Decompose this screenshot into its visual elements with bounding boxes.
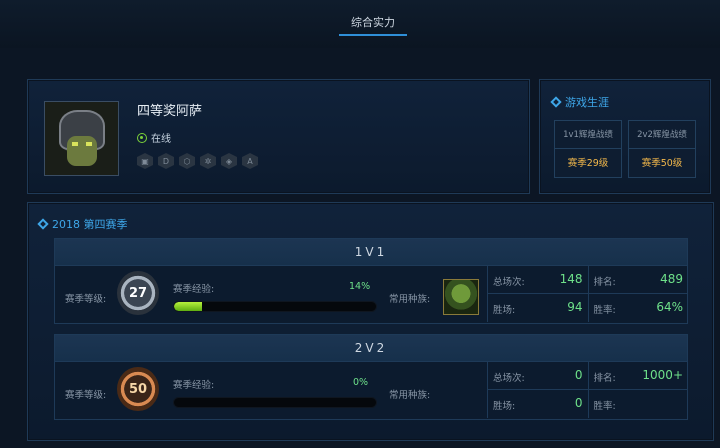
stats-grid-2v2: 总场次: 0 排名: 1000+ 胜场: 0 胜率: [487, 362, 688, 418]
shield-badge-icon[interactable]: ◈ [221, 153, 237, 169]
hex-badge-icon[interactable]: ⬡ [179, 153, 195, 169]
stat-wins-value: 0 [574, 396, 583, 410]
gear-badge-icon[interactable]: ✲ [200, 153, 216, 169]
stat-rank-label: 排名: [593, 373, 616, 384]
stat-wins-label: 胜场: [493, 305, 516, 316]
career-panel: 游戏生涯 1v1辉煌战绩 赛季29级 2v2辉煌战绩 赛季50级 [539, 79, 711, 194]
season-title: 2018 第四赛季 [37, 216, 128, 232]
rank-level: 50 [128, 381, 148, 397]
career-item-1v1[interactable]: 1v1辉煌战绩 赛季29级 [554, 120, 622, 178]
d-badge-icon[interactable]: D [158, 153, 174, 169]
rank-emblem-bronze: 50 [117, 367, 159, 411]
season-exp-percent: 0% [353, 377, 369, 388]
race-label: 常用种族: [389, 294, 431, 305]
stat-total: 总场次: 148 [488, 266, 589, 293]
online-status: 在线 [137, 130, 171, 145]
stat-total: 总场次: 0 [488, 362, 589, 389]
stat-rank: 排名: 1000+ [589, 362, 689, 389]
eye-left [72, 142, 78, 146]
badge-row: ▣ D ⬡ ✲ ◈ A [137, 153, 258, 169]
season-title-label: 2018 第四赛季 [52, 218, 128, 231]
career-item-label: 1v1辉煌战绩 [555, 121, 621, 149]
rank-level: 27 [128, 285, 148, 301]
face-shape [67, 136, 97, 166]
player-name: 四等奖阿萨 [137, 104, 203, 119]
season-panel: 2018 第四赛季 1V1 赛季等级: 27 赛季经验: 14% 常用种族: 总… [27, 202, 714, 441]
stat-wins-label: 胜场: [493, 401, 516, 412]
stat-winrate-label: 胜率: [593, 401, 616, 412]
season-level-label: 赛季等级: [65, 390, 107, 401]
stat-total-value: 148 [559, 272, 583, 286]
diamond-icon [37, 218, 49, 230]
stat-winrate-value: 64% [656, 300, 683, 314]
stat-wins: 胜场: 0 [488, 390, 589, 418]
career-title: 游戏生涯 [550, 94, 609, 110]
mode-block-2v2: 2V2 赛季等级: 50 赛季经验: 0% 常用种族: 总场次: 0 排名: 1… [54, 334, 688, 420]
mode-header: 1V1 [55, 239, 687, 266]
stat-winrate: 胜率: 64% [589, 294, 689, 322]
stat-wins: 胜场: 94 [488, 294, 589, 322]
season-exp-label: 赛季经验: [173, 284, 215, 295]
stat-rank-value: 489 [660, 272, 683, 286]
eye-right [86, 142, 92, 146]
stat-rank-label: 排名: [593, 277, 616, 288]
online-status-label: 在线 [151, 134, 171, 145]
stat-row: 胜场: 0 胜率: [488, 390, 688, 418]
a-badge-icon[interactable]: A [242, 153, 258, 169]
stat-total-label: 总场次: [493, 373, 525, 384]
season-exp-fill [174, 302, 203, 311]
top-bar: 综合实力 [0, 0, 720, 48]
race-label: 常用种族: [389, 390, 431, 401]
season-exp-bar [173, 301, 377, 312]
stat-row: 总场次: 148 排名: 489 [488, 266, 688, 294]
season-exp-label: 赛季经验: [173, 380, 215, 391]
stat-row: 胜场: 94 胜率: 64% [488, 294, 688, 322]
online-icon [137, 132, 147, 143]
orc-portrait-icon[interactable] [443, 279, 479, 315]
stat-total-value: 0 [574, 368, 583, 382]
career-item-2v2[interactable]: 2v2辉煌战绩 赛季50级 [628, 120, 696, 178]
diamond-icon [550, 96, 562, 108]
mode-header: 2V2 [55, 335, 687, 362]
cube-badge-icon[interactable]: ▣ [137, 153, 153, 169]
season-exp-percent: 14% [349, 281, 371, 292]
rank-emblem-silver: 27 [117, 271, 159, 315]
career-item-label: 2v2辉煌战绩 [629, 121, 695, 149]
career-item-value: 赛季29级 [567, 158, 609, 169]
stat-row: 总场次: 0 排名: 1000+ [488, 362, 688, 390]
career-title-label: 游戏生涯 [565, 96, 609, 109]
stats-grid-1v1: 总场次: 148 排名: 489 胜场: 94 胜率: 64% [487, 266, 688, 322]
stat-wins-value: 94 [567, 300, 583, 314]
stat-rank: 排名: 489 [589, 266, 689, 293]
mode-block-1v1: 1V1 赛季等级: 27 赛季经验: 14% 常用种族: 总场次: 148 排名… [54, 238, 688, 324]
stat-total-label: 总场次: [493, 277, 525, 288]
tab-overall-strength[interactable]: 综合实力 [339, 14, 407, 36]
profile-panel: 四等奖阿萨 在线 ▣ D ⬡ ✲ ◈ A [27, 79, 530, 194]
season-exp-bar [173, 397, 377, 408]
stat-winrate-label: 胜率: [593, 305, 616, 316]
stat-rank-value: 1000+ [642, 368, 683, 382]
player-avatar [44, 101, 119, 176]
career-item-value: 赛季50级 [641, 158, 683, 169]
season-level-label: 赛季等级: [65, 294, 107, 305]
stat-winrate: 胜率: [589, 390, 689, 418]
